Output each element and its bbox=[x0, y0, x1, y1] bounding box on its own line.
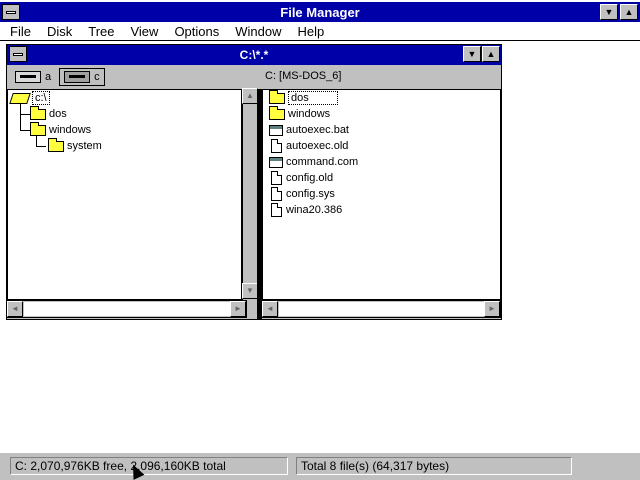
tree-root-item[interactable]: c:\ bbox=[9, 90, 50, 106]
program-file-icon bbox=[269, 156, 283, 168]
tree-root-label: c:\ bbox=[32, 91, 50, 105]
file-name: config.old bbox=[286, 172, 334, 184]
file-item[interactable]: dos bbox=[269, 90, 338, 106]
directory-window-title: C:\*.* bbox=[239, 48, 269, 62]
open-folder-icon bbox=[9, 92, 31, 104]
folder-icon bbox=[269, 105, 285, 120]
app-title: File Manager bbox=[280, 4, 360, 20]
file-item[interactable]: config.sys bbox=[271, 186, 335, 202]
drive-c-button[interactable]: c bbox=[59, 68, 105, 86]
document-file-icon bbox=[271, 187, 282, 201]
menu-options[interactable]: Options bbox=[164, 22, 225, 41]
file-manager-window: File Manager ▼ ▲ File Disk Tree View Opt… bbox=[0, 0, 640, 480]
file-name: dos bbox=[288, 91, 338, 105]
drive-c-label: c bbox=[94, 71, 100, 83]
program-file-icon bbox=[269, 124, 283, 136]
file-item[interactable]: wina20.386 bbox=[271, 202, 342, 218]
system-menu-button[interactable] bbox=[2, 4, 20, 20]
file-item[interactable]: autoexec.old bbox=[271, 138, 348, 154]
file-name: config.sys bbox=[286, 188, 335, 200]
menu-file[interactable]: File bbox=[0, 22, 37, 41]
document-file-icon bbox=[271, 139, 282, 153]
folder-icon bbox=[30, 105, 46, 120]
file-name: autoexec.bat bbox=[286, 124, 349, 136]
tree-item-windows[interactable]: windows bbox=[30, 121, 92, 138]
directory-window: C:\*.* ▼ ▲ a c C: [MS-DOS_6] c:\ dos win… bbox=[6, 44, 502, 320]
maximize-button[interactable]: ▲ bbox=[620, 4, 638, 20]
file-list-pane[interactable]: dos windows autoexec.bat autoexec.old co… bbox=[262, 89, 501, 300]
volume-label: C: [MS-DOS_6] bbox=[265, 70, 342, 82]
scroll-down-arrow-icon[interactable]: ▼ bbox=[242, 283, 258, 299]
file-name: autoexec.old bbox=[286, 140, 349, 152]
child-system-menu-icon bbox=[13, 53, 23, 56]
file-name: command.com bbox=[286, 156, 359, 168]
floppy-drive-icon bbox=[15, 71, 41, 83]
menu-view[interactable]: View bbox=[120, 22, 164, 41]
scroll-up-arrow-icon[interactable]: ▲ bbox=[242, 88, 258, 104]
file-item[interactable]: config.old bbox=[271, 170, 333, 186]
folder-icon bbox=[269, 90, 285, 104]
scroll-right-arrow-icon[interactable]: ► bbox=[484, 301, 500, 317]
scroll-left-arrow-icon[interactable]: ◄ bbox=[262, 301, 278, 317]
file-item[interactable]: command.com bbox=[269, 154, 358, 170]
status-bar: C: 2,070,976KB free, 2,096,160KB total T… bbox=[0, 452, 640, 480]
file-list-horizontal-scrollbar[interactable]: ◄ ► bbox=[262, 300, 501, 318]
tree-item-label: dos bbox=[49, 108, 67, 120]
document-file-icon bbox=[271, 203, 282, 217]
drive-bar: a c C: [MS-DOS_6] bbox=[7, 66, 501, 88]
menu-tree[interactable]: Tree bbox=[78, 22, 120, 41]
hard-drive-icon bbox=[64, 71, 91, 83]
menu-window[interactable]: Window bbox=[225, 22, 287, 41]
file-item[interactable]: autoexec.bat bbox=[269, 122, 349, 138]
app-titlebar[interactable]: File Manager ▼ ▲ bbox=[0, 2, 640, 22]
menu-help[interactable]: Help bbox=[288, 22, 331, 41]
scroll-right-arrow-icon[interactable]: ► bbox=[230, 301, 246, 317]
drive-a-label: a bbox=[45, 71, 52, 83]
document-file-icon bbox=[271, 171, 282, 185]
tree-item-dos[interactable]: dos bbox=[30, 105, 67, 122]
drive-a-button[interactable]: a bbox=[11, 68, 55, 86]
file-name: wina20.386 bbox=[286, 204, 343, 216]
directory-window-titlebar[interactable]: C:\*.* ▼ ▲ bbox=[7, 45, 501, 65]
file-count-status: Total 8 file(s) (64,317 bytes) bbox=[296, 457, 572, 475]
menu-disk[interactable]: Disk bbox=[37, 22, 78, 41]
tree-vertical-scrollbar[interactable]: ▲ ▼ bbox=[242, 88, 258, 300]
menu-bar: File Disk Tree View Options Window Help bbox=[0, 22, 640, 41]
minimize-button[interactable]: ▼ bbox=[600, 4, 618, 20]
folder-icon bbox=[48, 137, 64, 152]
folder-icon bbox=[30, 121, 46, 136]
system-menu-icon bbox=[6, 11, 16, 14]
file-name: windows bbox=[288, 108, 331, 120]
tree-item-label: system bbox=[67, 140, 102, 152]
child-minimize-button[interactable]: ▼ bbox=[463, 46, 481, 62]
tree-item-label: windows bbox=[49, 124, 92, 136]
tree-item-system[interactable]: system bbox=[48, 137, 102, 154]
directory-tree-pane[interactable]: c:\ dos windows system bbox=[7, 89, 242, 300]
scroll-left-arrow-icon[interactable]: ◄ bbox=[7, 301, 23, 317]
disk-space-status: C: 2,070,976KB free, 2,096,160KB total bbox=[10, 457, 288, 475]
child-system-menu-button[interactable] bbox=[9, 46, 27, 62]
child-maximize-button[interactable]: ▲ bbox=[482, 46, 500, 62]
tree-horizontal-scrollbar[interactable]: ◄ ► bbox=[7, 300, 247, 318]
file-item[interactable]: windows bbox=[269, 105, 331, 122]
